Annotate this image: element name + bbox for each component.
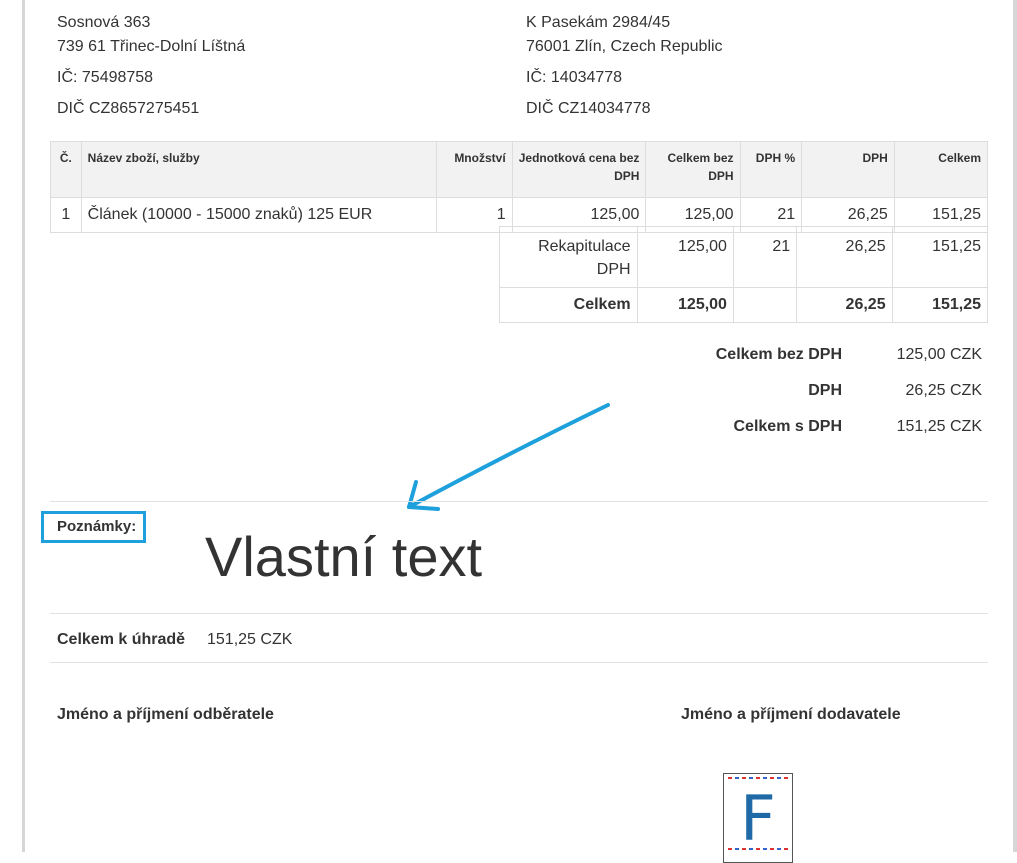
summary-with-vat-value: 151,25 CZK <box>896 418 982 435</box>
customer-signature-label: Jméno a příjmení odběratele <box>57 706 274 723</box>
stamp-top-border <box>728 777 788 779</box>
recap-total-vat: 26,25 <box>796 287 893 323</box>
divider <box>50 613 988 614</box>
summary-vat-value: 26,25 CZK <box>905 382 982 399</box>
col-header-total: Celkem <box>893 141 989 198</box>
payable-label: Celkem k úhradě <box>57 631 186 648</box>
col-header-vat-rate: DPH % <box>739 141 803 198</box>
vat-recap-table: Rekapitulace DPH 125,00 21 26,25 151,25 … <box>499 226 989 323</box>
summary-without-vat-value: 125,00 CZK <box>896 346 982 363</box>
recap-rate: 21 <box>732 226 798 288</box>
col-header-unit-price: Jednotková cena bez DPH <box>511 141 647 198</box>
page-left-edge <box>22 0 25 852</box>
recap-label: Rekapitulace DPH <box>499 226 638 288</box>
item-number: 1 <box>50 197 82 233</box>
divider <box>50 501 988 502</box>
supplier-city: 739 61 Třinec-Dolní Líštná <box>57 38 246 55</box>
divider <box>50 662 988 663</box>
customer-dic: DIČ CZ14034778 <box>526 100 651 117</box>
recap-total-base: 125,00 <box>636 287 734 323</box>
customer-ic: IČ: 14034778 <box>526 69 623 86</box>
items-header-row: Č. Název zboží, služby Množství Jednotko… <box>50 141 989 198</box>
payable-value: 151,25 CZK <box>207 631 293 648</box>
col-header-vat: DPH <box>801 141 895 198</box>
supplier-signature-label: Jméno a příjmení dodavatele <box>681 706 901 723</box>
summary-with-vat-label: Celkem s DPH <box>733 418 843 435</box>
table-row: Celkem 125,00 26,25 151,25 <box>499 287 989 323</box>
recap-total-sum: 151,25 <box>891 287 989 323</box>
col-header-number: Č. <box>50 141 82 198</box>
summary-vat-label: DPH <box>808 382 842 399</box>
supplier-street: Sosnová 363 <box>57 14 151 31</box>
summary-without-vat-label: Celkem bez DPH <box>715 346 842 363</box>
notes-text: Vlastní text <box>205 525 483 588</box>
customer-city: 76001 Zlín, Czech Republic <box>526 38 723 55</box>
recap-total-label: Celkem <box>499 287 638 323</box>
logo-letter: F <box>740 782 776 855</box>
fakturoid-logo-icon: F <box>723 773 793 863</box>
recap-vat: 26,25 <box>796 226 893 288</box>
table-row: Rekapitulace DPH 125,00 21 26,25 151,25 <box>499 226 989 288</box>
col-header-name: Název zboží, služby <box>80 141 438 198</box>
stamp-bottom-border <box>728 848 788 850</box>
customer-street: K Pasekám 2984/45 <box>526 14 671 31</box>
notes-label: Poznámky: <box>57 518 137 535</box>
col-header-total-without-vat: Celkem bez DPH <box>645 141 741 198</box>
supplier-ic: IČ: 75498758 <box>57 69 154 86</box>
items-table: Č. Název zboží, služby Množství Jednotko… <box>50 141 989 233</box>
recap-total: 151,25 <box>891 226 989 288</box>
item-name: Článek (10000 - 15000 znaků) 125 EUR <box>80 197 438 233</box>
supplier-dic: DIČ CZ8657275451 <box>57 100 200 117</box>
recap-base: 125,00 <box>636 226 734 288</box>
recap-total-rate <box>732 287 798 323</box>
col-header-quantity: Množství <box>436 141 513 198</box>
page-right-edge <box>1013 0 1017 852</box>
